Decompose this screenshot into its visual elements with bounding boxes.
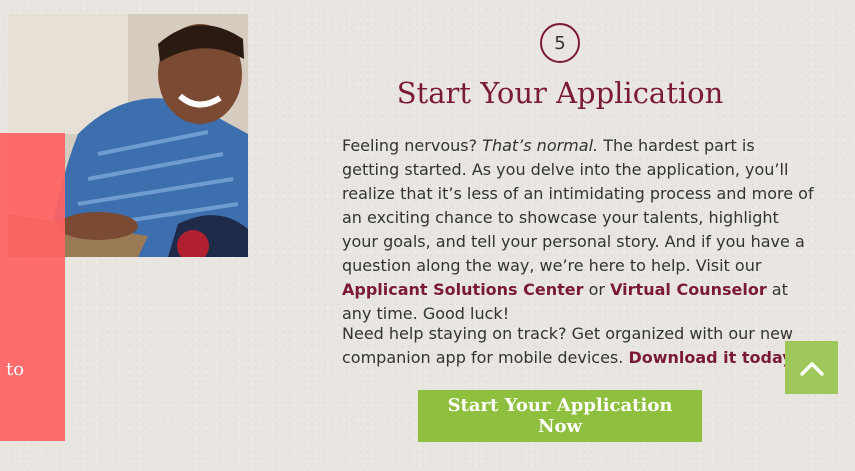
step-number: 5 bbox=[554, 32, 566, 54]
side-promo-text: to bbox=[6, 359, 25, 380]
intro-emphasis: That’s normal. bbox=[482, 136, 599, 155]
intro-text-2: The hardest part is getting started. As … bbox=[342, 136, 814, 275]
intro-text-3: or bbox=[583, 280, 611, 299]
virtual-counselor-link[interactable]: Virtual Counselor bbox=[610, 280, 767, 299]
chevron-up-icon bbox=[799, 361, 824, 376]
section-heading: Start Your Application bbox=[396, 76, 724, 110]
side-promo-panel[interactable]: to bbox=[0, 133, 65, 441]
intro-text-1: Feeling nervous? bbox=[342, 136, 483, 155]
download-app-link[interactable]: Download it today. bbox=[628, 348, 797, 367]
app-promo-paragraph: Need help staying on track? Get organize… bbox=[342, 322, 817, 370]
back-to-top-button[interactable] bbox=[785, 341, 838, 394]
step-number-badge: 5 bbox=[540, 23, 580, 63]
intro-paragraph: Feeling nervous? That’s normal. The hard… bbox=[342, 134, 817, 326]
start-application-button[interactable]: Start Your Application Now bbox=[418, 390, 702, 442]
applicant-solutions-center-link[interactable]: Applicant Solutions Center bbox=[342, 280, 584, 299]
